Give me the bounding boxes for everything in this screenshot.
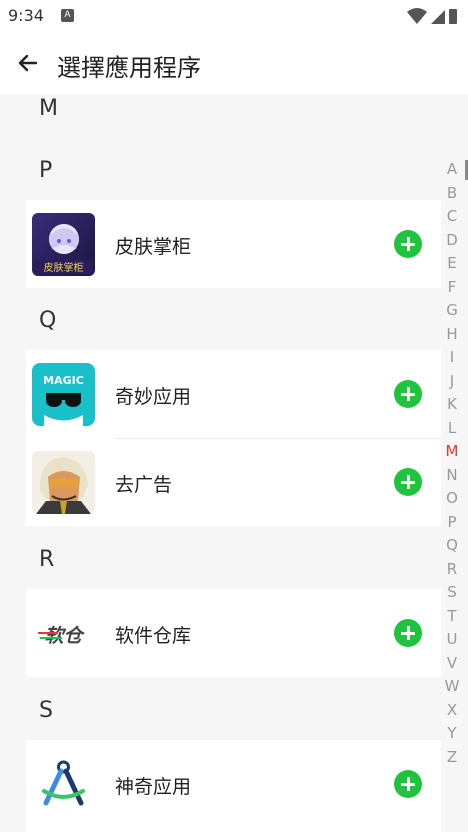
index-letter-k[interactable]: K [440,393,464,417]
ad-remover-app-icon [32,451,95,514]
index-letter-h[interactable]: H [440,323,464,347]
index-letter-n[interactable]: N [440,464,464,488]
svg-text:皮肤掌柜: 皮肤掌柜 [44,261,84,274]
index-letter-f[interactable]: F [440,276,464,300]
section-header-m: M [39,96,58,121]
index-letter-i[interactable]: I [440,346,464,370]
app-name: 软件仓库 [115,625,192,647]
app-name: 神奇应用 [115,776,192,798]
svg-text:软仓: 软仓 [44,625,85,647]
add-button[interactable] [394,230,422,258]
section-header-r: R [39,547,55,572]
section-header-q: Q [39,308,57,333]
index-letter-s[interactable]: S [440,581,464,605]
section-card-q: MAGIC 奇妙应用 去广告 [26,350,441,526]
app-name: 去广告 [115,474,173,496]
app-name: 奇妙应用 [115,386,192,408]
index-letter-r[interactable]: R [440,558,464,582]
add-button[interactable] [394,770,422,798]
notification-a-icon: A [61,9,74,22]
skin-manager-app-icon: 皮肤掌柜 [32,213,95,276]
status-bar: 9:34 A [0,0,468,32]
index-letter-u[interactable]: U [440,628,464,652]
index-letter-j[interactable]: J [440,370,464,394]
section-card-p: 皮肤掌柜 皮肤掌柜 [26,200,441,288]
index-letter-m[interactable]: M [440,440,464,464]
index-letter-o[interactable]: O [440,487,464,511]
status-time: 9:34 [8,6,44,25]
status-icons [407,8,457,24]
index-letter-g[interactable]: G [440,299,464,323]
list-item[interactable]: 神奇应用 [26,740,441,828]
index-letter-d[interactable]: D [440,229,464,253]
index-letter-q[interactable]: Q [440,534,464,558]
index-letter-v[interactable]: V [440,652,464,676]
battery-icon [449,9,457,24]
index-letter-x[interactable]: X [440,699,464,723]
app-name: 皮肤掌柜 [115,236,192,258]
index-letter-t[interactable]: T [440,605,464,629]
wifi-icon [407,8,427,24]
app-bar: 選擇應用程序 [0,32,468,94]
alphabet-index-bar[interactable]: ABCDEFGHIJKLMNOPQRSTUVWXYZ [440,158,464,769]
section-card-s: 神奇应用 [26,740,441,832]
index-letter-c[interactable]: C [440,205,464,229]
app-list[interactable]: M P 皮肤掌柜 皮肤掌柜 Q MAGIC 奇妙应用 去广告 R 软仓 软件仓库… [0,94,441,832]
back-arrow-icon[interactable] [14,49,42,77]
page-title: 選擇應用程序 [57,54,201,82]
index-letter-p[interactable]: P [440,511,464,535]
software-repo-app-icon: 软仓 [32,602,95,665]
index-letter-l[interactable]: L [440,417,464,441]
list-item[interactable]: 皮肤掌柜 皮肤掌柜 [26,200,441,288]
list-item[interactable]: 软仓 软件仓库 [26,589,441,677]
index-letter-y[interactable]: Y [440,722,464,746]
section-card-r: 软仓 软件仓库 [26,589,441,677]
magic-app-icon: MAGIC [32,363,95,426]
index-letter-z[interactable]: Z [440,746,464,770]
section-header-p: P [39,158,53,183]
index-letter-b[interactable]: B [440,182,464,206]
list-item[interactable]: MAGIC 奇妙应用 [26,350,441,438]
signal-icon [431,10,445,24]
section-header-s: S [39,698,53,723]
add-button[interactable] [394,619,422,647]
index-letter-e[interactable]: E [440,252,464,276]
index-letter-a[interactable]: A [440,158,464,182]
add-button[interactable] [394,468,422,496]
index-letter-w[interactable]: W [440,675,464,699]
list-item[interactable]: 去广告 [26,438,441,526]
svg-text:MAGIC: MAGIC [43,374,84,387]
add-button[interactable] [394,380,422,408]
compass-app-icon [32,753,95,816]
